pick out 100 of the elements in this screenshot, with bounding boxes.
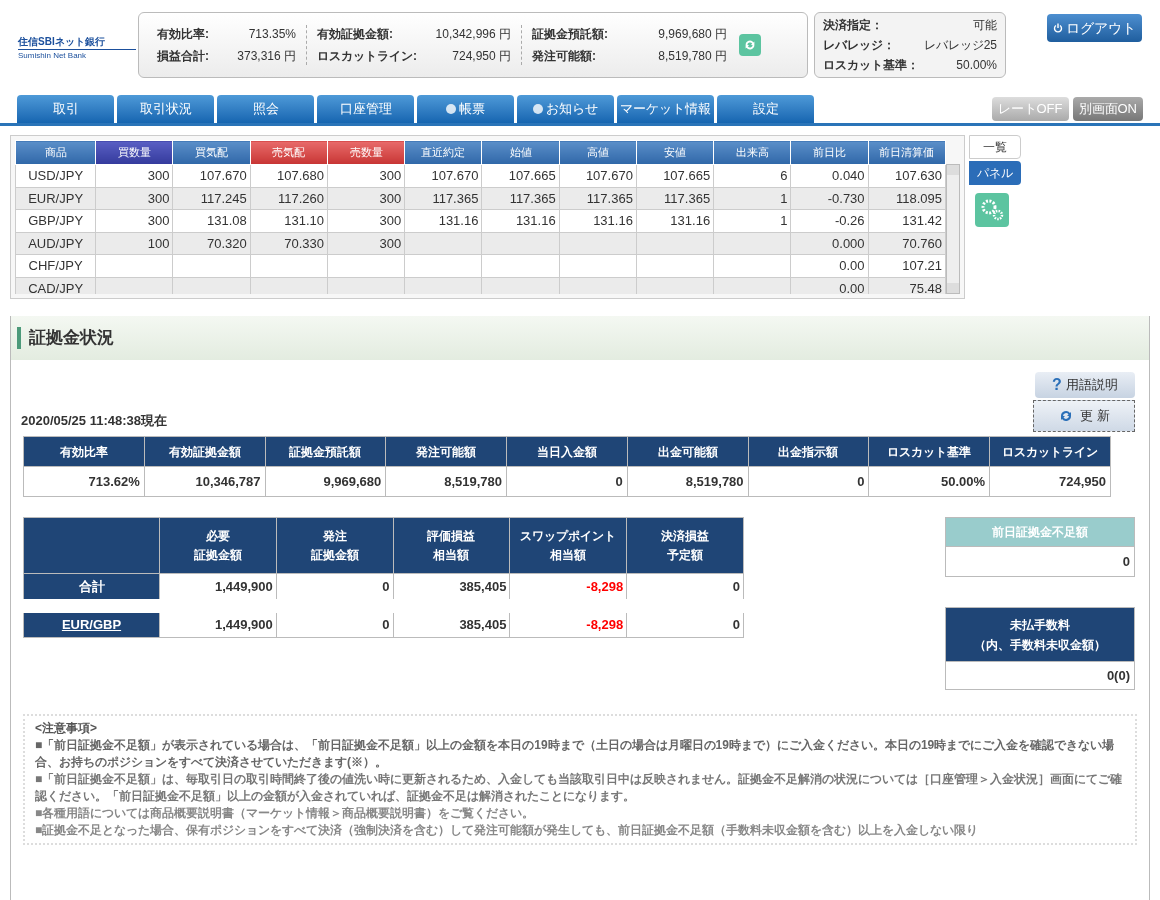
column-header: 発注可能額	[385, 436, 507, 467]
power-icon	[1053, 23, 1063, 33]
rate-cell: 117.245	[200, 190, 247, 206]
column-header: 決済損益 予定額	[660, 527, 711, 564]
rate-cell: 118.095	[895, 190, 942, 206]
setting-label: ロスカット基準：	[823, 57, 919, 74]
nav-tab[interactable]: 帳票	[417, 95, 514, 123]
logout-button[interactable]: ログアウト	[1047, 14, 1142, 42]
rate-cell: -0.730	[827, 190, 865, 206]
unpaid-fee-value: 0(0)	[1106, 666, 1130, 685]
rate-cell: 131.16	[593, 213, 633, 228]
status-value: 9,969,680	[323, 473, 382, 489]
shortfall-value: 0	[1122, 552, 1130, 571]
nav-tab[interactable]: 設定	[717, 95, 814, 123]
bank-logo: 住信SBIネット銀行	[18, 35, 106, 49]
column-header: 有効証拠金額	[144, 436, 266, 467]
rate-cell: 300	[379, 235, 402, 251]
rate-cell: 300	[379, 168, 402, 183]
refresh-button[interactable]	[739, 34, 761, 56]
position-value: 1,449,900	[214, 617, 273, 632]
rate-cell: 107.21	[902, 258, 942, 273]
summary-value: 724,950 円	[452, 48, 511, 65]
column-header: ロスカットライン	[989, 436, 1111, 467]
settings-button[interactable]	[975, 193, 1009, 227]
refresh-button[interactable]: 更 新	[1033, 400, 1135, 432]
rate-cell: 131.10	[284, 213, 324, 228]
note-text: ■各種用語については商品概要説明書（マーケット情報＞商品概要説明書）をご覧ください。	[35, 805, 536, 822]
rate-cell: 100	[147, 235, 170, 251]
summary-label: 有効比率:	[157, 26, 209, 43]
column-header: 安値	[636, 140, 714, 165]
column-header: 当日入金額	[506, 436, 628, 467]
column-header: 買数量	[95, 140, 173, 165]
gear-icon	[979, 197, 1005, 223]
rate-cell: 107.670	[199, 168, 247, 183]
rate-cell: 70.330	[284, 235, 324, 251]
column-header: スワップポイント 相当額	[519, 527, 618, 564]
rate-cell: 300	[147, 168, 170, 183]
rate-cell: 300	[147, 190, 170, 206]
status-value: 0	[615, 473, 623, 489]
column-header: 売数量	[327, 140, 405, 165]
rate-cell: 1	[780, 190, 788, 206]
summary-label: ロスカットライン:	[317, 48, 417, 65]
bullet-icon	[446, 104, 456, 114]
column-header: 始値	[481, 140, 560, 165]
rate-cell: 300	[379, 190, 402, 206]
rate-cell: 107.680	[276, 168, 324, 183]
view-toggle-button[interactable]: 別画面ON	[1072, 97, 1143, 121]
note-text: <注意事項>	[35, 720, 98, 737]
column-header: 出金可能額	[627, 436, 749, 467]
column-header: 出来高	[713, 140, 791, 165]
column-header: 買気配	[173, 140, 251, 165]
column-header: 高値	[559, 140, 637, 165]
rate-cell: EUR/JPY	[28, 190, 84, 206]
summary-label: 有効証拠金額:	[317, 26, 393, 43]
summary-label: 証拠金預託額:	[532, 26, 608, 43]
position-value: 1,449,900	[214, 578, 273, 594]
bank-logo-subtitle: Sumishin Net Bank	[18, 49, 136, 62]
rate-cell: 0.00	[839, 258, 865, 273]
summary-value: 8,519,780 円	[658, 48, 727, 65]
rate-cell: 107.670	[431, 168, 479, 183]
status-value: 10,346,787	[195, 473, 261, 489]
status-value: 50.00%	[941, 473, 986, 489]
nav-tab[interactable]: 口座管理	[317, 95, 414, 123]
rate-cell: 117.365	[432, 190, 479, 206]
summary-value: 9,969,680 円	[658, 26, 727, 43]
nav-tab[interactable]: 取引	[17, 95, 114, 123]
note-text: ■「前日証拠金不足額」は、毎取引日の取引時間終了後の値洗い時に更新されるため、入金しても当該取引日中は反映されません。証拠金不足解消の状況については［口座管理＞入金状況］画面にてご確認ください。「前日証拠金不足額」以上の金額が入金されていれば、証拠金不足は解消されたことになります。	[35, 771, 1124, 805]
rate-cell: 300	[379, 213, 402, 228]
rate-cell: 107.670	[585, 168, 633, 183]
rate-cell: USD/JPY	[28, 168, 84, 183]
summary-label: 発注可能額:	[532, 48, 596, 65]
rate-cell: 131.08	[206, 213, 247, 228]
scrollbar[interactable]	[946, 164, 960, 294]
nav-tab[interactable]: 照会	[217, 95, 314, 123]
rate-cell: 107.665	[508, 168, 556, 183]
rate-cell: 117.260	[277, 190, 324, 206]
rate-cell: 131.16	[670, 213, 711, 228]
view-tab[interactable]: 一覧	[969, 135, 1021, 159]
rate-cell: 0.040	[832, 168, 865, 183]
view-tab[interactable]: パネル	[969, 161, 1021, 185]
note-text: ■証拠金不足となった場合、保有ポジションをすべて決済（強制決済を含む）して発注可能額が発生しても、前日証拠金不足額（手数料未収金額を含む）以上を入金しない限り	[35, 822, 980, 839]
timestamp: 2020/05/25 11:48:38現在	[21, 411, 167, 430]
rate-cell: 107.630	[895, 168, 942, 183]
rate-cell: 1	[780, 213, 788, 228]
note-text: ■「前日証拠金不足額」が表示されている場合は、「前日証拠金不足額」以上の金額を本日の19時まで（土日の場合は月曜日の19時まで）にご入金ください。本日の19時までにご入金を確認できない場合、お持ちのポジションをすべて決済させていただきます(※）。	[35, 737, 1116, 771]
rate-cell: -0.26	[834, 213, 865, 228]
nav-tab[interactable]: 取引状況	[117, 95, 214, 123]
section-title: 証拠金状況	[29, 327, 114, 350]
nav-tab[interactable]: マーケット情報	[617, 95, 714, 123]
nav-tab[interactable]: お知らせ	[517, 95, 614, 123]
position-value: -8,298	[586, 617, 624, 632]
unpaid-fee-header: 未払手数料 （内、手数料未収金額）	[945, 607, 1135, 662]
summary-value: 373,316 円	[237, 48, 296, 65]
rate-cell: GBP/JPY	[28, 213, 84, 228]
position-value: 385,405	[459, 617, 507, 632]
column-header: ロスカット基準	[868, 436, 990, 467]
help-button[interactable]: ? 用語説明	[1035, 372, 1135, 398]
setting-value: 50.00%	[956, 57, 997, 74]
rate-cell: CAD/JPY	[28, 280, 84, 294]
column-header: 前日比	[790, 140, 869, 165]
